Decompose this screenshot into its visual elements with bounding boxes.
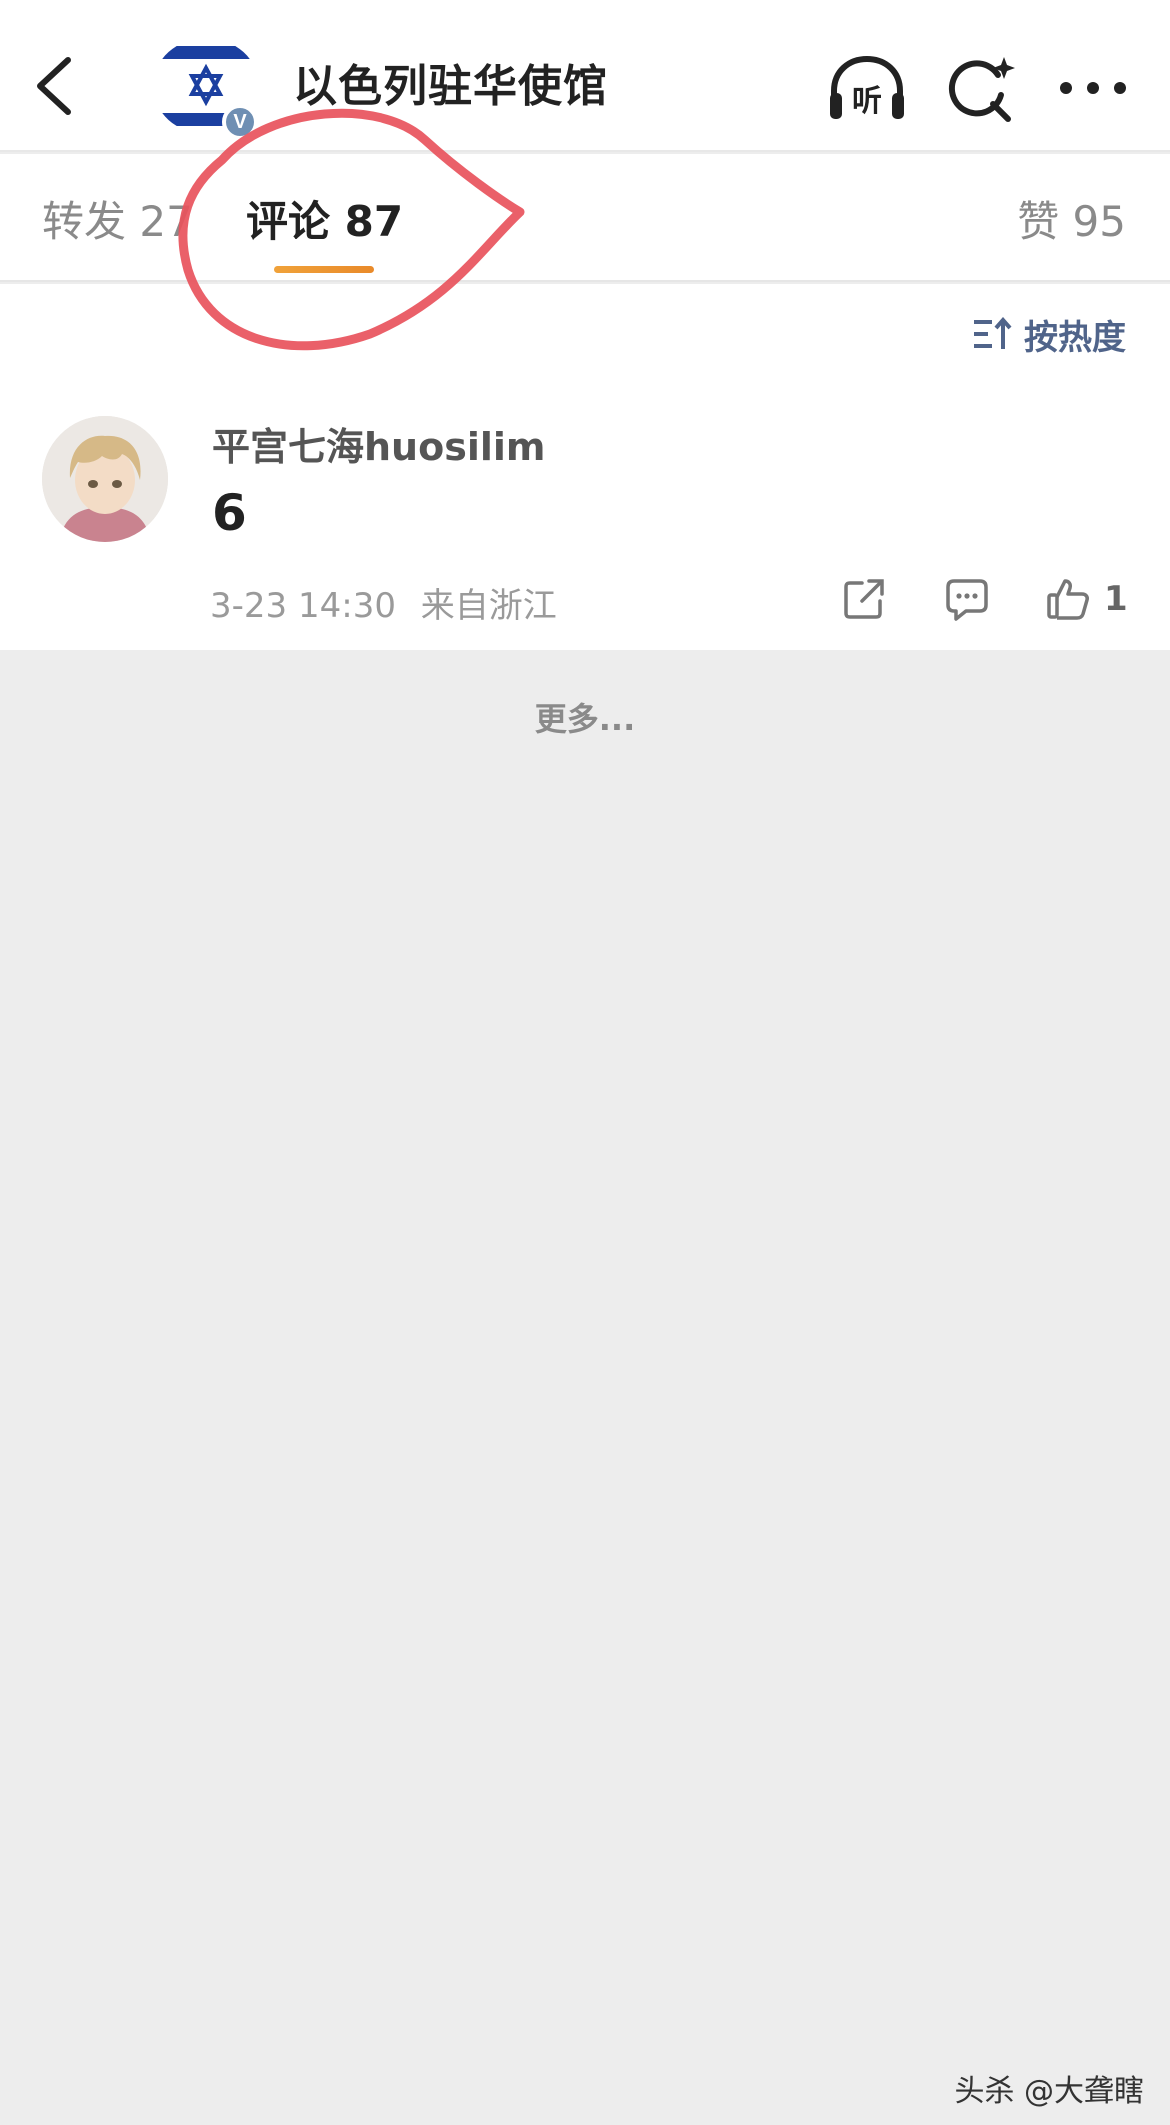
active-tab-indicator [274, 266, 374, 273]
headphones-icon: 听 [830, 55, 904, 119]
search-button[interactable] [940, 50, 1022, 126]
thumbs-up-icon [1047, 579, 1089, 620]
more-button[interactable] [1052, 50, 1134, 126]
back-button[interactable] [24, 46, 84, 126]
reply-icon [946, 579, 988, 621]
like-count: 1 [1104, 579, 1128, 619]
share-icon [844, 579, 884, 619]
verified-badge: V [222, 104, 258, 140]
comment-text: 6 [212, 484, 247, 542]
tab-comments[interactable]: 评论 87 [246, 194, 403, 250]
tab-bar: 转发 27 评论 87 赞 95 [0, 154, 1170, 282]
tab-repost[interactable]: 转发 27 [42, 194, 193, 250]
comment-list: 按热度 平宫七海huosilim 6 3-23 14:30 来自浙江 1 [0, 284, 1170, 650]
page: V 以色列驻华使馆 听 转发 27 评论 87 赞 95 按热度 平宫七海huo… [0, 0, 1170, 2125]
listen-button[interactable]: 听 [826, 50, 908, 126]
anime-avatar-image [42, 416, 168, 542]
comment-time: 3-23 14:30 [210, 586, 396, 626]
comment-location: 来自浙江 [420, 586, 557, 626]
listen-label: 听 [852, 84, 882, 119]
account-title[interactable]: 以色列驻华使馆 [293, 56, 608, 118]
like-button[interactable]: 1 [1046, 574, 1128, 624]
comment-username[interactable]: 平宫七海huosilim [212, 416, 546, 471]
comment-meta: 3-23 14:30 来自浙江 [210, 578, 557, 627]
sort-button[interactable]: 按热度 [972, 310, 1126, 358]
more-link[interactable]: 更多... [0, 694, 1170, 740]
share-button[interactable] [842, 574, 886, 624]
top-bar: V 以色列驻华使馆 听 [0, 0, 1170, 152]
watermark: 头杀 @大聋瞎 [954, 2074, 1144, 2109]
commenter-avatar[interactable] [42, 416, 168, 542]
back-chevron-icon [37, 57, 71, 115]
more-dots-icon [1060, 82, 1126, 94]
reply-button[interactable] [944, 574, 990, 624]
sort-icon [974, 317, 1012, 349]
sort-label: 按热度 [1024, 317, 1126, 358]
search-sparkle-icon [948, 57, 1015, 122]
tab-likes[interactable]: 赞 95 [1017, 194, 1126, 250]
